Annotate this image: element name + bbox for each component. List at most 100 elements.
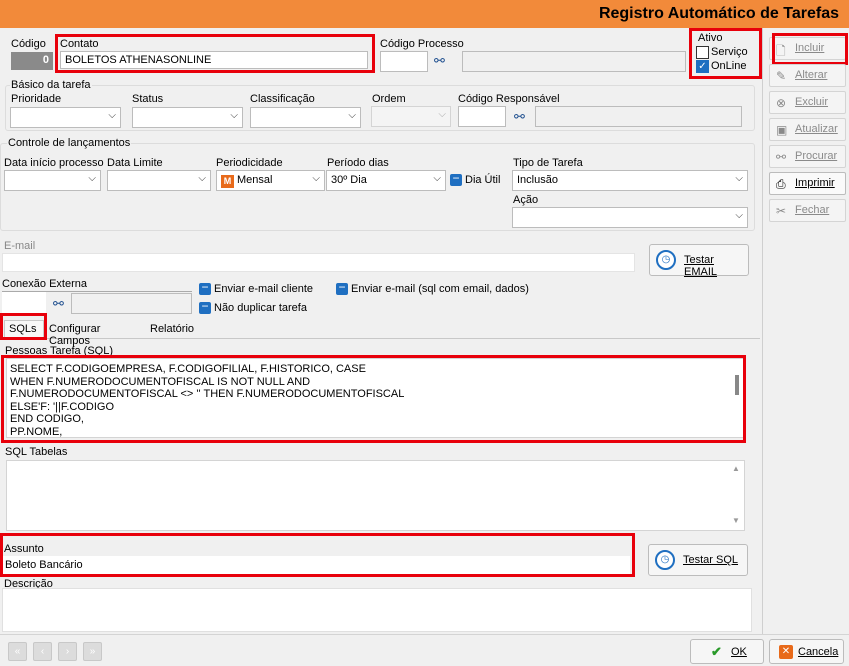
cancel-icon: ✕ (779, 645, 793, 659)
periodo-dias-label: Período dias (327, 157, 389, 169)
conexao-desc (71, 293, 192, 314)
conexao-label: Conexão Externa (2, 278, 87, 290)
testar-sql-button[interactable]: ◷ Testar SQL (648, 544, 748, 576)
periodicidade-select[interactable]: M Mensal ⌵ (216, 170, 325, 191)
email-label: E-mail (4, 240, 36, 252)
cancela-label: Cancela (798, 646, 839, 658)
procurar-label: Procurar (795, 150, 838, 162)
codigo-responsavel-label: Código Responsável (458, 93, 560, 105)
cancela-button[interactable]: ✕ Cancela (769, 639, 844, 664)
scroll-down-icon[interactable]: ▼ (732, 516, 740, 525)
chevron-down-icon: ⌵ (230, 110, 238, 121)
save-icon: ▣ (776, 123, 788, 137)
atualizar-button[interactable]: ▣ Atualizar (769, 118, 846, 141)
ordem-label: Ordem (372, 93, 406, 105)
fechar-button[interactable]: ✂ Fechar (769, 199, 846, 222)
excluir-button[interactable]: ⊗ Excluir (769, 91, 846, 114)
chevron-down-icon: ⌵ (108, 110, 116, 121)
nao-duplicar-toggle[interactable]: − (199, 300, 211, 314)
incluir-highlight (772, 33, 848, 65)
tipo-tarefa-select[interactable]: Inclusão ⌵ (512, 170, 748, 191)
codigo-processo-label: Código Processo (380, 38, 464, 50)
previous-record-icon[interactable]: ‹ (33, 642, 52, 661)
chevron-down-icon: ⌵ (433, 173, 441, 184)
tipo-tarefa-value: Inclusão (517, 174, 558, 186)
dia-util-label: Dia Útil (465, 174, 501, 186)
descricao-textarea[interactable] (2, 588, 752, 632)
window-title: Registro Automático de Tarefas (598, 5, 839, 22)
dia-util-toggle[interactable]: − (450, 172, 462, 186)
enviar-sql-label: Enviar e-mail (sql com email, dados) (351, 283, 529, 295)
chevron-down-icon: ⌵ (735, 210, 743, 221)
imprimir-button[interactable]: ⎙ Imprimir (769, 172, 846, 195)
codigo-processo-field[interactable] (380, 51, 428, 72)
tab-relatorio[interactable]: Relatório (146, 321, 196, 338)
stopwatch-icon: ◷ (656, 250, 676, 270)
ok-button[interactable]: ✔ OK (690, 639, 764, 664)
edit-icon: ✎ (776, 69, 787, 83)
periodo-dias-select[interactable]: 30º Dia ⌵ (326, 170, 446, 191)
close-folder-icon: ✂ (776, 204, 787, 218)
imprimir-label: Imprimir (795, 177, 835, 189)
binoculars-icon[interactable]: ⚯ (434, 53, 445, 69)
chevron-down-icon: ⌵ (735, 173, 743, 184)
data-limite-select[interactable]: ⌵ (107, 170, 211, 191)
tab-strip-line (0, 338, 760, 339)
testar-email-button[interactable]: ◷ Testar EMAIL (649, 244, 749, 278)
nao-duplicar-label: Não duplicar tarefa (214, 302, 307, 314)
codigo-label: Código (11, 38, 46, 50)
status-select[interactable]: ⌵ (132, 107, 243, 128)
chevron-down-icon: ⌵ (348, 110, 356, 121)
ordem-select[interactable]: ⌵ (371, 106, 451, 127)
checkmark-icon: ✔ (711, 644, 722, 659)
sql-tabelas-textarea[interactable]: ▲ ▼ (6, 460, 745, 531)
testar-email-label: Testar EMAIL (684, 254, 718, 278)
assunto-highlight (0, 533, 635, 577)
ativo-highlight (689, 28, 762, 79)
enviar-sql-toggle[interactable]: − (336, 281, 348, 295)
classificacao-select[interactable]: ⌵ (250, 107, 361, 128)
monthly-icon: M (221, 175, 234, 188)
binoculars-icon[interactable]: ⚯ (53, 296, 64, 312)
controle-group-label: Controle de lançamentos (7, 137, 132, 149)
alterar-button[interactable]: ✎ Alterar (769, 64, 846, 87)
tab-configurar-label: Configurar Campos (49, 323, 101, 347)
footer-divider (0, 634, 849, 635)
tab-configurar-campos[interactable]: Configurar Campos (45, 321, 145, 347)
status-label: Status (132, 93, 164, 105)
sql-tabelas-label: SQL Tabelas (5, 446, 68, 458)
acao-select[interactable]: ⌵ (512, 207, 748, 228)
alterar-label: Alterar (795, 69, 828, 81)
printer-icon: ⎙ (776, 177, 786, 191)
sidebar-divider (762, 28, 763, 634)
binoculars-icon[interactable]: ⚯ (514, 109, 525, 125)
periodicidade-value: Mensal (237, 174, 273, 186)
basico-group-label: Básico da tarefa (10, 79, 92, 91)
tab-sqls-highlight (0, 313, 47, 340)
scroll-up-icon[interactable]: ▲ (732, 464, 740, 473)
chevron-down-icon: ⌵ (312, 173, 320, 184)
codigo-responsavel-desc (535, 106, 742, 127)
prioridade-select[interactable]: ⌵ (10, 107, 121, 128)
codigo-responsavel-field[interactable] (458, 106, 506, 127)
binoculars-icon: ⚯ (776, 150, 787, 164)
procurar-button[interactable]: ⚯ Procurar (769, 145, 846, 168)
data-inicio-select[interactable]: ⌵ (4, 170, 101, 191)
enviar-cliente-label: Enviar e-mail cliente (214, 283, 314, 295)
acao-label: Ação (513, 194, 539, 206)
chevron-down-icon: ⌵ (438, 109, 446, 120)
conexao-field[interactable] (2, 292, 46, 313)
enviar-cliente-toggle[interactable]: − (199, 281, 211, 295)
periodicidade-label: Periodicidade (216, 157, 283, 169)
first-record-icon[interactable]: « (8, 642, 27, 661)
data-inicio-label: Data início processo (4, 157, 104, 169)
delete-icon: ⊗ (776, 96, 787, 110)
email-field[interactable] (2, 253, 635, 272)
testar-sql-label: Testar SQL (683, 554, 739, 566)
periodo-dias-value: 30º Dia (331, 174, 367, 186)
last-record-icon[interactable]: » (83, 642, 102, 661)
contato-highlight (55, 34, 375, 73)
next-record-icon[interactable]: › (58, 642, 77, 661)
tab-relatorio-label: Relatório (150, 323, 195, 335)
tipo-tarefa-label: Tipo de Tarefa (513, 157, 583, 169)
